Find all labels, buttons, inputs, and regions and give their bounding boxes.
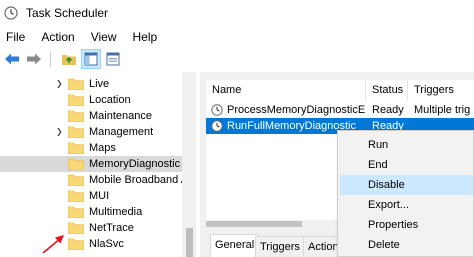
menu-action[interactable]: Action [33,28,82,46]
forward-arrow-icon [27,53,41,65]
expand-chevron-icon[interactable]: ❯ [56,127,63,136]
folder-icon [68,206,84,218]
context-menu-export[interactable]: Export... [340,195,473,215]
folder-icon [68,222,84,234]
column-header-status[interactable]: Status [366,80,408,100]
show-hide-tree-button[interactable] [81,49,101,69]
console-tree: ❯ Live Location Maintenance ❯ Management… [0,72,200,257]
folder-icon [68,126,84,138]
task-clock-icon [211,120,223,132]
context-menu-disable[interactable]: Disable [340,175,473,195]
tree-item-nlasvc[interactable]: NlaSvc [0,236,182,252]
tree-item-label: MUI [89,190,110,202]
tab-triggers[interactable]: Triggers [255,236,305,257]
folder-icon [68,238,84,250]
tree-item-label: Multimedia [89,206,143,218]
tree-item-label: Maintenance [89,110,152,122]
tree-item-memorydiagnostic[interactable]: MemoryDiagnostic [0,156,182,172]
tree-item-live[interactable]: ❯ Live [0,76,182,92]
task-triggers: Multiple trig [414,104,471,116]
task-name: ProcessMemoryDiagnosticE... [227,104,365,116]
tree-item-label: MemoryDiagnostic [89,158,181,170]
folder-icon [68,94,84,106]
tree-item-maps[interactable]: Maps [0,140,182,156]
folder-icon [68,190,84,202]
context-menu-properties[interactable]: Properties [340,215,473,235]
expand-chevron-icon[interactable]: ❯ [56,79,63,88]
folder-icon [68,110,84,122]
back-arrow-icon [5,53,19,65]
task-row[interactable]: ProcessMemoryDiagnosticE... Ready Multip… [206,102,474,118]
tree-item-management[interactable]: ❯ Management [0,124,182,140]
context-menu-delete[interactable]: Delete [340,235,473,255]
back-button[interactable] [2,49,22,69]
show-hide-console-tree-icon [84,52,98,66]
menu-bar: File Action View Help [0,28,165,46]
tree-item-label: Live [89,78,110,90]
task-clock-icon [211,104,223,116]
column-header-name[interactable]: Name [206,80,366,100]
hscrollbar-thumb[interactable] [206,221,302,227]
context-menu-run[interactable]: Run [340,135,473,155]
folder-up-icon [62,55,76,65]
tree-item-mobile-broadband[interactable]: Mobile Broadband A [0,172,188,188]
tree-item-maintenance[interactable]: Maintenance [0,108,182,124]
tree-item-mui[interactable]: MUI [0,188,182,204]
red-annotation-arrow-icon [42,235,64,254]
tree-item-label: Location [89,94,131,106]
help-button[interactable] [103,49,123,69]
menu-help[interactable]: Help [125,28,166,46]
context-menu-end[interactable]: End [340,155,473,175]
clock-icon [4,6,18,20]
window-title: Task Scheduler [26,6,109,20]
task-status: Ready [372,104,404,116]
menu-file[interactable]: File [0,28,33,46]
title-bar: Task Scheduler [0,0,474,26]
folder-icon [68,142,84,154]
tree-item-label: Management [89,126,154,138]
tree-scrollbar-thumb[interactable] [186,228,193,257]
tab-general[interactable]: General [210,234,260,257]
tree-item-label: NetTrace [89,222,134,234]
task-list-header: Name Status Triggers [206,80,474,100]
folder-icon [68,78,84,90]
tree-item-location[interactable]: Location [0,92,182,108]
up-one-level-button[interactable] [59,49,79,69]
toolbar [0,48,474,70]
help-icon [106,52,120,66]
folder-icon [68,174,84,186]
folder-icon [68,158,84,170]
column-header-triggers[interactable]: Triggers [408,80,474,100]
context-menu: Run End Disable Export... Properties Del… [337,130,474,257]
tree-item-label: NlaSvc [89,238,124,250]
tree-item-nettrace[interactable]: NetTrace [0,220,182,236]
tree-item-label: Mobile Broadband A [89,174,189,186]
tree-item-multimedia[interactable]: Multimedia [0,204,182,220]
forward-button[interactable] [24,49,44,69]
tree-item-label: Maps [89,142,116,154]
menu-view[interactable]: View [83,28,125,46]
toolbar-separator [50,51,51,67]
